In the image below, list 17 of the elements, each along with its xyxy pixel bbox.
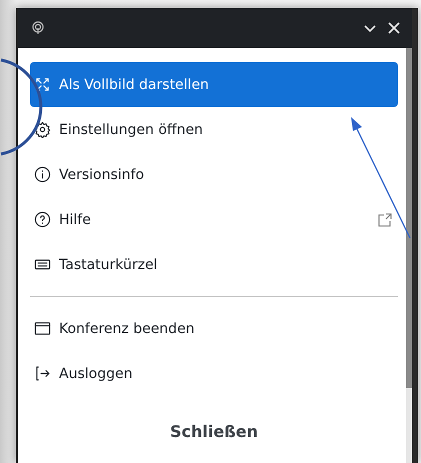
close-button[interactable]: Schließen (114, 399, 314, 463)
menu-item[interactable]: Ausloggen (30, 351, 398, 396)
app-logo-icon (32, 21, 44, 35)
scrollbar-thumb[interactable] (406, 48, 412, 388)
menu-item[interactable]: Hilfe (30, 197, 398, 242)
info-icon (34, 166, 51, 183)
gear-icon (34, 121, 51, 138)
menu-item[interactable]: Versionsinfo (30, 152, 398, 197)
window-icon (34, 320, 51, 337)
logout-icon (34, 365, 51, 382)
menu-item[interactable]: Tastaturkürzel (30, 242, 398, 287)
close-icon[interactable] (386, 20, 402, 36)
menu-item[interactable]: Als Vollbild darstellen (30, 62, 398, 107)
help-icon (34, 211, 51, 228)
menu-item[interactable]: Konferenz beenden (30, 306, 398, 351)
menu-item[interactable]: Einstellungen öffnen (30, 107, 398, 152)
fullscreen-icon (34, 76, 51, 93)
